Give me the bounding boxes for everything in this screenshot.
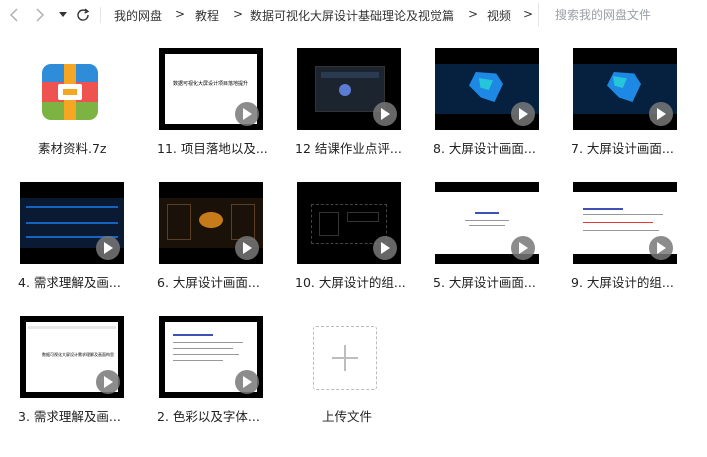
file-name: 11. 项目落地以及... — [157, 141, 268, 156]
file-name: 素材资料.7z — [38, 141, 107, 156]
file-name: 9. 大屏设计的组... — [571, 275, 674, 290]
play-icon — [243, 242, 252, 254]
document-line — [173, 360, 223, 361]
file-name: 3. 需求理解及画... — [18, 409, 121, 424]
play-button[interactable] — [235, 236, 259, 260]
video-thumbnail — [573, 48, 677, 130]
play-icon — [243, 108, 252, 120]
play-button[interactable] — [649, 236, 673, 260]
upload-label: 上传文件 — [322, 409, 373, 424]
document-line — [173, 342, 243, 343]
breadcrumb-item-course[interactable]: 数据可视化大屏设计基础理论及视觉篇 — [250, 7, 454, 24]
video-thumbnail — [159, 316, 263, 398]
refresh-button[interactable] — [74, 5, 92, 25]
file-name: 7. 大屏设计画面... — [571, 141, 674, 156]
history-dropdown-button[interactable] — [56, 5, 70, 25]
chevron-left-icon — [10, 8, 18, 22]
play-icon — [657, 108, 666, 120]
play-icon — [519, 108, 528, 120]
file-name: 6. 大屏设计画面... — [157, 275, 260, 290]
file-name: 4. 需求理解及画... — [18, 275, 121, 290]
document-line — [173, 348, 233, 349]
video-thumbnail — [435, 48, 539, 130]
play-icon — [104, 242, 113, 254]
search-box — [538, 3, 707, 27]
plus-icon — [332, 345, 358, 371]
thumbnail-title: 数据可视化大屏设计需求理解及画面构思 — [42, 352, 114, 357]
toolbar-divider — [100, 7, 101, 23]
video-thumbnail — [159, 182, 263, 264]
chevron-right-icon — [36, 8, 44, 22]
archive-icon — [42, 64, 98, 120]
play-icon — [381, 108, 390, 120]
play-icon — [104, 376, 113, 388]
dashboard-panel — [167, 204, 191, 240]
document-line — [583, 222, 653, 223]
document-line — [583, 230, 659, 231]
breadcrumb-separator: > — [233, 7, 244, 21]
document-line — [475, 212, 499, 214]
video-thumbnail — [20, 182, 124, 264]
play-icon — [381, 242, 390, 254]
breadcrumb-item-tutorial[interactable]: 教程 — [195, 7, 219, 24]
play-icon — [657, 242, 666, 254]
breadcrumb-separator: > — [523, 7, 534, 21]
file-name: 12 结课作业点评... — [295, 141, 402, 156]
dashboard-glow — [199, 212, 223, 228]
breadcrumb-separator: > — [468, 7, 479, 21]
play-button[interactable] — [373, 102, 397, 126]
breadcrumb-item-my-drive[interactable]: 我的网盘 — [114, 7, 162, 24]
file-name: 2. 色彩以及字体... — [157, 409, 260, 424]
document-line — [583, 214, 663, 215]
play-button[interactable] — [373, 236, 397, 260]
document-line — [173, 334, 213, 336]
play-button[interactable] — [96, 236, 120, 260]
breadcrumb-separator: > — [175, 7, 186, 21]
slide-header — [28, 326, 116, 329]
video-thumbnail — [297, 182, 401, 264]
video-thumbnail — [297, 48, 401, 130]
breadcrumb-item-video[interactable]: 视频 — [487, 7, 511, 24]
play-icon — [519, 242, 528, 254]
play-button[interactable] — [511, 236, 535, 260]
dashboard-line — [26, 206, 118, 208]
video-thumbnail: 数据可视化大屏设计项目落地提升 — [159, 48, 263, 130]
screen-header — [321, 72, 379, 78]
play-button[interactable] — [235, 370, 259, 394]
wireframe-block — [347, 212, 379, 222]
thumbnail-title: 数据可视化大屏设计项目落地提升 — [173, 81, 249, 87]
document-line — [583, 208, 623, 210]
upload-button[interactable] — [313, 326, 377, 390]
wireframe-block — [319, 212, 339, 236]
caret-down-icon — [59, 12, 67, 17]
video-thumbnail — [573, 182, 677, 264]
file-name: 8. 大屏设计画面... — [433, 141, 536, 156]
document-line — [173, 354, 239, 355]
forward-button[interactable] — [32, 5, 48, 25]
refresh-icon — [77, 8, 90, 21]
play-button[interactable] — [649, 102, 673, 126]
file-name: 10. 大屏设计的组... — [295, 275, 406, 290]
video-thumbnail — [435, 182, 539, 264]
dashboard-line — [26, 222, 118, 224]
play-icon — [243, 376, 252, 388]
document-line — [465, 220, 509, 221]
play-button[interactable] — [511, 102, 535, 126]
document-line — [469, 225, 505, 226]
search-input[interactable] — [539, 3, 707, 27]
toolbar: 我的网盘 > 教程 > 数据可视化大屏设计基础理论及视觉篇 > 视频 > — [0, 0, 707, 30]
video-thumbnail: 数据可视化大屏设计需求理解及画面构思 — [20, 316, 124, 398]
play-button[interactable] — [96, 370, 120, 394]
screen-logo — [339, 84, 351, 96]
play-button[interactable] — [235, 102, 259, 126]
dashboard-panel — [231, 204, 255, 240]
back-button[interactable] — [6, 5, 22, 25]
file-name: 5. 大屏设计画面... — [433, 275, 536, 290]
